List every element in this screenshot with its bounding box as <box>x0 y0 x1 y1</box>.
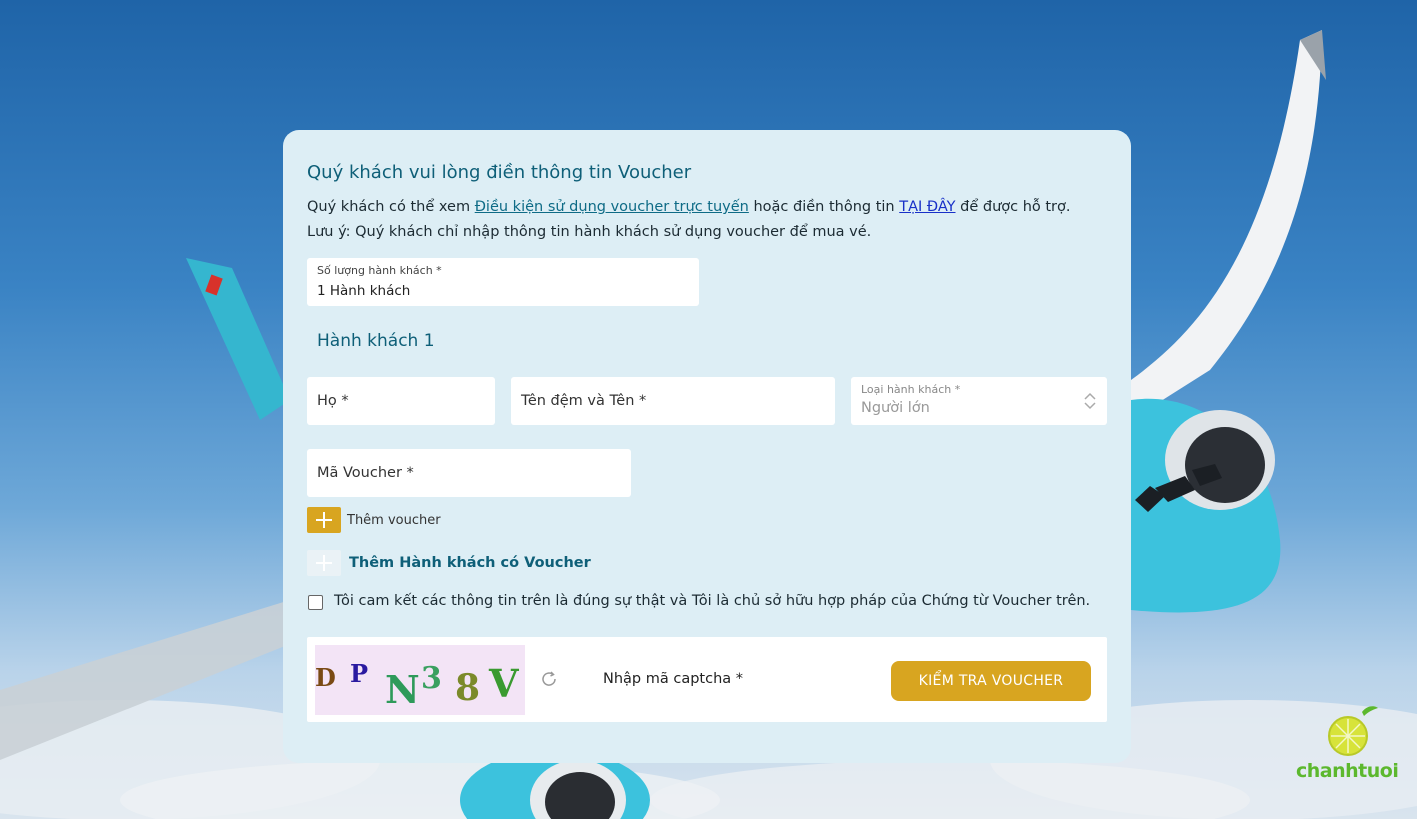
captcha-char: V <box>489 661 519 706</box>
check-voucher-button[interactable]: KIỂM TRA VOUCHER <box>891 661 1091 701</box>
passenger-title: Hành khách 1 <box>317 331 435 351</box>
brand-logo-text: chanhtuoi <box>1296 760 1399 782</box>
refresh-icon[interactable] <box>539 669 559 689</box>
captcha-char: P <box>350 659 369 688</box>
intro-middle: hoặc điền thông tin <box>748 199 900 215</box>
last-name-field[interactable]: Họ * <box>307 377 495 425</box>
last-name-placeholder: Họ * <box>317 393 349 409</box>
captcha-char: D <box>315 663 336 692</box>
here-link[interactable]: TẠI ĐÂY <box>899 199 955 215</box>
intro-prefix: Quý khách có thể xem <box>307 199 475 215</box>
passenger-count-label: Số lượng hành khách * <box>317 264 442 277</box>
voucher-form-card: Quý khách vui lòng điền thông tin Vouche… <box>283 130 1131 763</box>
add-passenger-plus-icon[interactable] <box>307 550 341 576</box>
captcha-image: D P N 3 8 V <box>315 645 525 715</box>
captcha-char: 3 <box>421 661 442 696</box>
passenger-count-select[interactable]: Số lượng hành khách * 1 Hành khách <box>307 258 699 306</box>
passenger-type-label: Loại hành khách * <box>861 383 961 396</box>
captcha-section: D P N 3 8 V Nhập mã captcha * KIỂM TRA V… <box>307 637 1107 722</box>
first-name-placeholder: Tên đệm và Tên * <box>521 393 647 409</box>
add-voucher-plus-icon[interactable] <box>307 507 341 533</box>
add-passenger-button[interactable]: Thêm Hành khách có Voucher <box>349 555 591 571</box>
note-text: Lưu ý: Quý khách chỉ nhập thông tin hành… <box>307 224 872 240</box>
lemon-icon <box>1328 706 1378 756</box>
voucher-code-placeholder: Mã Voucher * <box>317 465 414 481</box>
passenger-type-select[interactable]: Loại hành khách * Người lớn <box>851 377 1107 425</box>
passenger-count-value: 1 Hành khách <box>317 283 411 299</box>
intro-text: Quý khách có thể xem Điều kiện sử dụng v… <box>307 199 1071 215</box>
captcha-char: N <box>385 667 420 712</box>
voucher-conditions-link[interactable]: Điều kiện sử dụng voucher trực tuyến <box>475 199 749 215</box>
up-down-chevron-icon <box>1084 392 1096 410</box>
form-title: Quý khách vui lòng điền thông tin Vouche… <box>307 162 692 183</box>
voucher-code-field[interactable]: Mã Voucher * <box>307 449 631 497</box>
commit-checkbox[interactable] <box>308 595 323 610</box>
captcha-char: 8 <box>455 667 481 709</box>
add-voucher-button[interactable]: Thêm voucher <box>347 513 441 528</box>
passenger-type-value: Người lớn <box>861 400 930 416</box>
commit-text: Tôi cam kết các thông tin trên là đúng s… <box>334 593 1091 609</box>
brand-logo: chanhtuoi <box>1296 702 1400 792</box>
first-name-field[interactable]: Tên đệm và Tên * <box>511 377 835 425</box>
intro-suffix: để được hỗ trợ. <box>955 199 1071 215</box>
captcha-input[interactable]: Nhập mã captcha * <box>603 671 743 687</box>
